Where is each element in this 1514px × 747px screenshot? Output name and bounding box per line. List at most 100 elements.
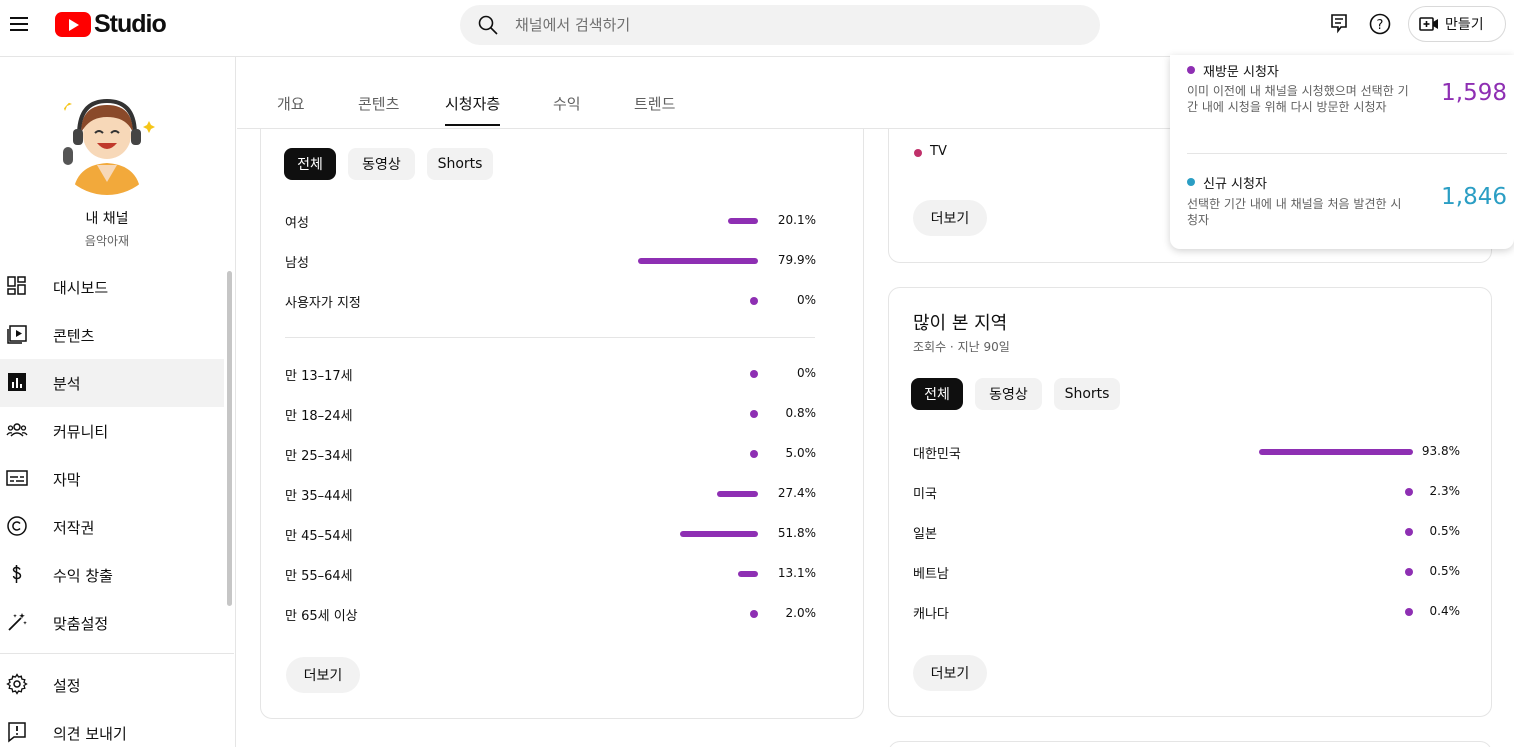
age-row-label: 만 35–44세 <box>285 489 353 504</box>
create-video-icon <box>1419 17 1438 31</box>
age-row-bar <box>680 531 758 537</box>
next-card <box>888 741 1492 747</box>
demographics-more-button[interactable]: 더보기 <box>286 657 360 693</box>
tab-content[interactable]: 콘텐츠 <box>358 93 399 114</box>
community-icon <box>6 423 28 437</box>
viewer-type-popup: 재방문 시청자 이미 이전에 내 채널을 시청했으며 선택한 기간 내에 시청을… <box>1170 55 1514 249</box>
sidebar-item-monetization[interactable]: 수익 창출 <box>0 551 224 599</box>
age-row-label: 만 25–34세 <box>285 449 353 464</box>
age-row-value: 51.8% <box>777 526 816 540</box>
sidebar-item-settings[interactable]: 설정 <box>0 661 224 709</box>
age-row: 만 13–17세 0% <box>285 363 816 384</box>
sidebar-divider <box>0 653 234 654</box>
search-bar[interactable] <box>460 5 1100 45</box>
geography-more-button[interactable]: 더보기 <box>913 655 987 691</box>
gender-row: 남성 79.9% <box>285 250 816 271</box>
sidebar-item-community[interactable]: 커뮤니티 <box>0 407 224 455</box>
channel-avatar[interactable] <box>53 87 161 195</box>
tab-trends[interactable]: 트렌드 <box>634 93 675 114</box>
caption-feedback-icon[interactable] <box>1328 12 1352 36</box>
sidebar-item-subtitles[interactable]: 자막 <box>0 455 224 503</box>
subtitles-icon <box>6 470 28 486</box>
country-row-label: 캐나다 <box>913 607 949 622</box>
geo-chip-all[interactable]: 전체 <box>911 378 963 410</box>
help-icon[interactable]: ? <box>1368 12 1392 36</box>
avatar-illustration <box>53 87 161 195</box>
sidebar-item-label: 맞춤설정 <box>53 614 109 633</box>
country-row-label: 베트남 <box>913 567 949 582</box>
analytics-icon <box>8 373 26 391</box>
age-row: 만 65세 이상 2.0% <box>285 603 816 624</box>
geography-card: 많이 본 지역 조회수 · 지난 90일 전체 동영상 Shorts 대한민국 9… <box>888 287 1492 717</box>
sidebar-item-label: 대시보드 <box>53 278 109 297</box>
sidebar-item-label: 콘텐츠 <box>53 326 95 345</box>
age-row: 만 45–54세 51.8% <box>285 523 816 544</box>
country-row-label: 일본 <box>913 527 937 542</box>
popup-divider <box>1187 153 1507 154</box>
new-value: 1,846 <box>1441 184 1507 210</box>
search-input[interactable] <box>515 16 1055 34</box>
age-row-value: 13.1% <box>777 566 816 580</box>
country-row-value: 2.3% <box>1429 484 1461 498</box>
channel-name: 내 채널 <box>85 211 129 227</box>
gear-icon <box>6 673 28 695</box>
menu-icon[interactable] <box>8 12 40 36</box>
country-row-value: 0.5% <box>1429 524 1461 538</box>
sidebar-item-label: 분석 <box>53 374 81 393</box>
age-row: 만 25–34세 5.0% <box>285 443 817 464</box>
returning-desc: 이미 이전에 내 채널을 시청했으며 선택한 기간 내에 시청을 위해 다시 방… <box>1187 84 1409 114</box>
tab-revenue[interactable]: 수익 <box>553 93 581 114</box>
sidebar-item-label: 저작권 <box>53 518 95 537</box>
age-row-value: 5.0% <box>785 446 817 460</box>
top-bar: Studio ? 만들기 <box>0 0 1514 57</box>
sidebar-item-content[interactable]: 콘텐츠 <box>0 311 224 359</box>
create-button[interactable]: 만들기 <box>1408 6 1506 42</box>
tab-audience[interactable]: 시청자층 <box>445 93 501 126</box>
chip-shorts[interactable]: Shorts <box>427 148 493 180</box>
country-row: 미국 2.3% <box>913 481 1461 502</box>
sidebar-item-dashboard[interactable]: 대시보드 <box>0 263 224 311</box>
studio-logo[interactable]: Studio <box>55 10 167 38</box>
device-more-button[interactable]: 더보기 <box>913 200 987 236</box>
country-row-bar <box>1259 449 1413 455</box>
sidebar-item-feedback[interactable]: 의견 보내기 <box>0 709 224 747</box>
geo-chip-video[interactable]: 동영상 <box>975 378 1042 410</box>
svg-text:?: ? <box>1377 18 1384 33</box>
create-label: 만들기 <box>1445 17 1484 33</box>
sidebar-item-label: 설정 <box>53 676 81 695</box>
country-row-label: 미국 <box>913 487 937 502</box>
sidebar: 내 채널 음악아재 대시보드 콘텐츠 분석 커뮤니티 자막 저작권 수익 창출 … <box>0 57 236 747</box>
sidebar-item-analytics[interactable]: 분석 <box>0 359 224 407</box>
gender-row-value: 0% <box>796 293 816 307</box>
sidebar-item-customization[interactable]: 맞춤설정 <box>0 599 224 647</box>
monetization-icon <box>12 565 22 583</box>
sidebar-item-label: 수익 창출 <box>53 566 113 585</box>
sidebar-item-copyright[interactable]: 저작권 <box>0 503 224 551</box>
country-row: 캐나다 0.4% <box>913 601 1461 622</box>
chip-video[interactable]: 동영상 <box>348 148 415 180</box>
geo-chip-shorts[interactable]: Shorts <box>1054 378 1120 410</box>
returning-value: 1,598 <box>1441 80 1507 106</box>
new-desc: 선택한 기간 내에 내 채널을 처음 발견한 시청자 <box>1187 197 1402 227</box>
age-row-value: 27.4% <box>777 486 816 500</box>
country-row: 일본 0.5% <box>913 521 1461 542</box>
content-icon <box>7 325 27 344</box>
gender-row-value: 20.1% <box>777 213 816 227</box>
channel-handle: 음악아재 <box>84 234 130 248</box>
country-row: 대한민국 93.8% <box>913 441 1460 462</box>
gender-row-bar <box>727 218 758 224</box>
device-row-tv: TV <box>913 142 1113 162</box>
age-row-label: 만 45–54세 <box>285 529 353 544</box>
new-title: 신규 시청자 <box>1203 177 1267 192</box>
sidebar-item-label: 자막 <box>53 470 81 489</box>
chip-all[interactable]: 전체 <box>284 148 336 180</box>
new-dot <box>1187 178 1195 186</box>
age-row: 만 55–64세 13.1% <box>285 563 816 584</box>
gender-row-label: 여성 <box>285 216 309 231</box>
tab-overview[interactable]: 개요 <box>277 93 305 114</box>
country-row-value: 0.4% <box>1429 604 1461 618</box>
section-divider <box>285 337 815 338</box>
gender-row-bar <box>638 258 758 264</box>
sidebar-scrollbar[interactable] <box>227 271 232 606</box>
gender-row-label: 남성 <box>285 256 309 271</box>
